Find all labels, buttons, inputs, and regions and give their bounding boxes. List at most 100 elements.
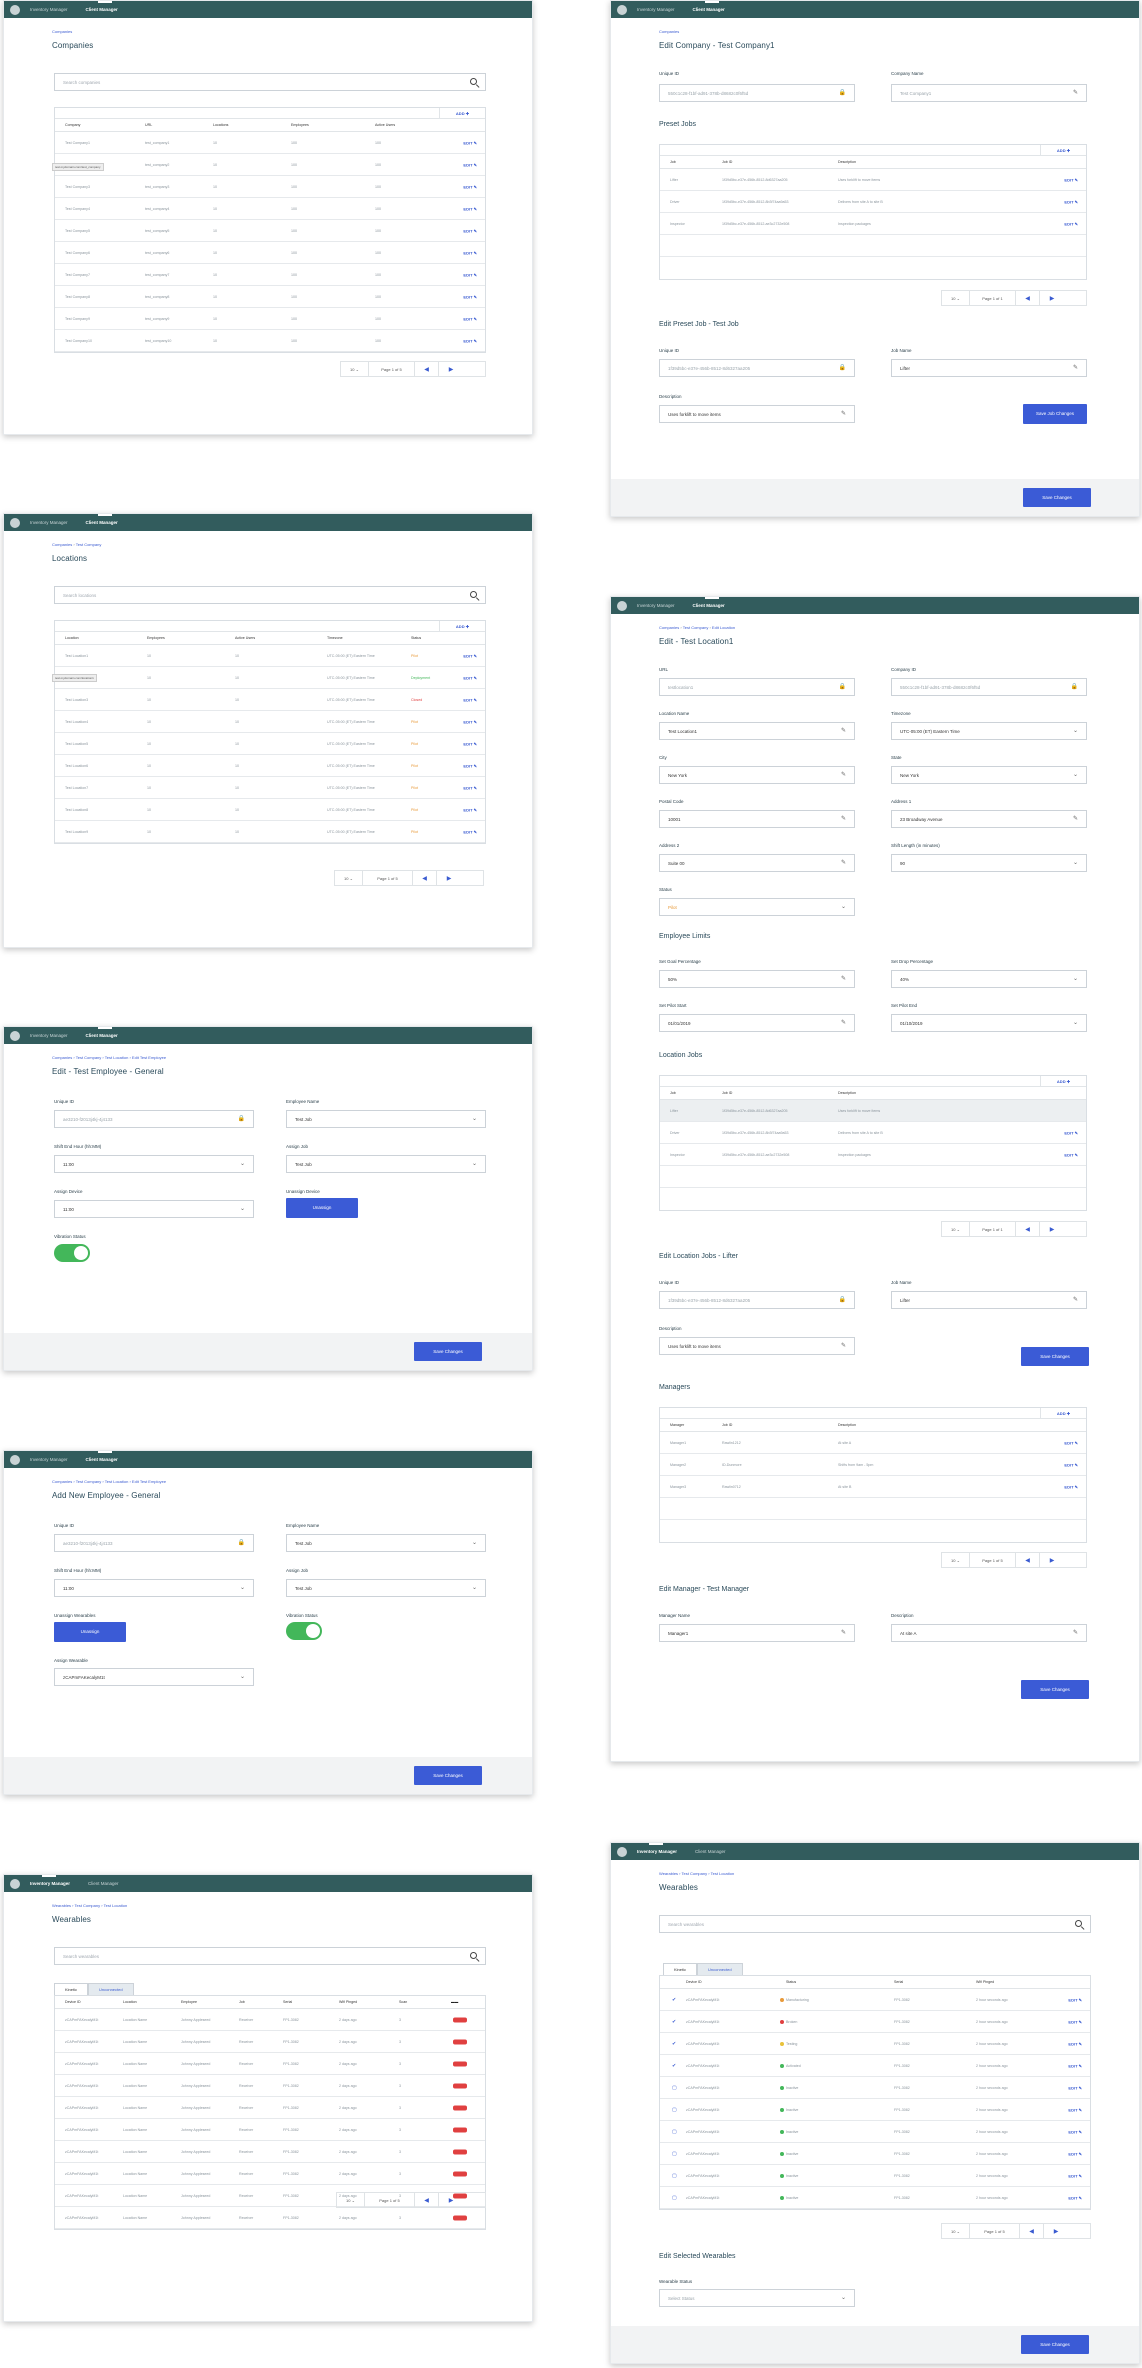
column-header[interactable]: Location — [65, 636, 79, 640]
vibration-toggle[interactable] — [286, 1622, 322, 1640]
edit-button[interactable]: EDIT ✎ — [1068, 2107, 1082, 2112]
vibration-toggle[interactable] — [54, 1244, 90, 1262]
edit-button[interactable]: EDIT ✎ — [463, 206, 477, 211]
table-row[interactable]: Manager1 Rawlin1212 At site A EDIT ✎ — [660, 1432, 1086, 1454]
unassign-wearables-button[interactable]: Unassign — [54, 1622, 126, 1642]
location-name-field[interactable]: Test Location1 ✎ — [659, 722, 855, 740]
edit-button[interactable]: EDIT ✎ — [463, 162, 477, 167]
breadcrumb-companies[interactable]: Companies — [659, 625, 679, 630]
drop-percentage-select[interactable]: 40% ⌄ — [891, 970, 1087, 988]
edit-button[interactable]: EDIT ✎ — [1068, 1997, 1082, 2002]
column-header[interactable]: Wifi Pinged — [976, 1980, 994, 1984]
row-checkbox[interactable]: ▢ — [672, 2107, 677, 2113]
breadcrumb[interactable]: Companies — [659, 29, 1139, 35]
breadcrumb-company[interactable]: Test Company — [683, 625, 709, 630]
breadcrumb-company[interactable]: Test Company — [75, 1903, 101, 1908]
row-checkbox[interactable]: ✔ — [672, 2041, 676, 2047]
table-row[interactable]: Driver 1f39d5bc-e37e-456b-8512-8b3f74aa9a… — [660, 1122, 1086, 1144]
search-icon[interactable] — [470, 1952, 477, 1959]
page-size-select[interactable]: 10 ⌄ — [942, 291, 970, 305]
column-header[interactable]: Status — [786, 1980, 796, 1984]
column-header[interactable]: Description — [838, 160, 856, 164]
table-row[interactable]: Test Location7 10 10 UTC-05:00 (ET) Eastern… — [55, 777, 485, 799]
column-header[interactable]: Job ID — [722, 1423, 732, 1427]
save-changes-button[interactable]: Save Changes — [1021, 1680, 1089, 1699]
edit-button[interactable]: EDIT ✎ — [463, 184, 477, 189]
prev-page-button[interactable]: ◀ — [413, 871, 437, 885]
nav-inventory-manager[interactable]: Inventory Manager — [637, 1, 675, 18]
edit-button[interactable]: EDIT ✎ — [1064, 221, 1078, 226]
add-company-button[interactable]: ADD ✚ — [439, 108, 485, 119]
edit-button[interactable]: EDIT ✎ — [463, 294, 477, 299]
column-header[interactable]: Job ID — [722, 1091, 732, 1095]
edit-button[interactable]: EDIT ✎ — [1064, 1130, 1078, 1135]
table-row[interactable]: Driver 1f39d5bc-e37e-456b-8512-8b3f74aa9a… — [660, 191, 1086, 213]
add-job-button[interactable]: ADD ✚ — [1040, 145, 1086, 156]
breadcrumb-location[interactable]: Test Location — [104, 1903, 128, 1908]
next-page-button[interactable]: ▶ — [1040, 1222, 1064, 1236]
postal-code-field[interactable]: 10001 ✎ — [659, 810, 855, 828]
table-row[interactable]: Test Location9 10 10 UTC-05:00 (ET) Eastern… — [55, 821, 485, 843]
prev-page-button[interactable]: ◀ — [1020, 2224, 1044, 2238]
breadcrumb-edit-location[interactable]: Edit Location — [712, 625, 735, 630]
save-changes-button[interactable]: Save Changes — [414, 1342, 482, 1361]
table-row[interactable]: Test Company4 test_company4 10 100 100 EDIT ✎ — [55, 198, 485, 220]
column-header[interactable]: Serial — [283, 2000, 292, 2004]
edit-button[interactable]: EDIT ✎ — [1064, 1484, 1078, 1489]
column-header[interactable]: Active Users — [375, 123, 395, 127]
edit-button[interactable]: EDIT ✎ — [463, 316, 477, 321]
edit-button[interactable]: EDIT ✎ — [1068, 2129, 1082, 2134]
save-job-changes-button[interactable]: Save Changes — [1021, 1347, 1089, 1366]
column-header[interactable]: Job — [670, 1091, 676, 1095]
edit-button[interactable]: EDIT ✎ — [1064, 177, 1078, 182]
search-input[interactable]: Search wearables — [659, 1915, 1091, 1933]
breadcrumb-employee[interactable]: Edit Test Employee — [132, 1479, 166, 1484]
page-size-select[interactable]: 10 ⌄ — [335, 871, 363, 885]
next-page-button[interactable]: ▶ — [439, 362, 463, 376]
edit-button[interactable]: EDIT ✎ — [1068, 2173, 1082, 2178]
table-row[interactable]: Test Company6 test_company6 10 100 100 EDIT ✎ — [55, 242, 485, 264]
table-row[interactable]: Test Location4 10 10 UTC-05:00 (ET) Eastern… — [55, 711, 485, 733]
table-row[interactable]: ✔ zCAPmFAKecalyM1t Activated FP1-3082 2 hour… — [660, 2055, 1090, 2077]
next-page-button[interactable]: ▶ — [437, 871, 461, 885]
table-row[interactable]: zCAPmFAKecalyM1t Location Name Johnny Appl… — [55, 2031, 485, 2053]
column-header[interactable]: Job — [670, 160, 676, 164]
nav-client-manager[interactable]: Client Manager — [86, 514, 118, 531]
nav-client-manager[interactable]: Client Manager — [693, 1, 725, 18]
table-row[interactable]: zCAPmFAKecalyM1t Location Name Johnny Appl… — [55, 2163, 485, 2185]
address-1-field[interactable]: 23 Broadway Avenue ✎ — [891, 810, 1087, 828]
breadcrumb-company[interactable]: Test Company — [76, 1055, 102, 1060]
nav-inventory-manager[interactable]: Inventory Manager — [637, 597, 675, 614]
breadcrumb-companies[interactable]: Companies — [52, 542, 72, 547]
row-checkbox[interactable]: ✔ — [672, 1997, 676, 2003]
edit-button[interactable]: EDIT ✎ — [1068, 2041, 1082, 2046]
manager-description-field[interactable]: At site A ✎ — [891, 1624, 1087, 1642]
table-row[interactable]: zCAPmFAKecalyM1t Location Name Johnny Appl… — [55, 2097, 485, 2119]
column-header[interactable]: Job ID — [722, 160, 732, 164]
nav-inventory-manager[interactable]: Inventory Manager — [30, 1027, 68, 1044]
edit-button[interactable]: EDIT ✎ — [463, 697, 477, 702]
search-icon[interactable] — [470, 78, 477, 85]
table-row[interactable]: Test Location6 10 10 UTC-05:00 (ET) Eastern… — [55, 755, 485, 777]
table-row[interactable]: Manager2 ID-Dunmore Shifts from 9am - 5pm E… — [660, 1454, 1086, 1476]
table-row[interactable]: Test Company8 test_company8 10 100 100 EDIT ✎ — [55, 286, 485, 308]
table-row[interactable]: Lifter 1f39d5bc-e37e-456b-8512-8d6327aa20… — [660, 1100, 1086, 1122]
table-row[interactable]: ▢ zCAPmFAKecalyM1t Inactive FP1-3082 2 hour … — [660, 2077, 1090, 2099]
assign-device-select[interactable]: 11:00 ⌄ — [54, 1200, 254, 1218]
address-2-field[interactable]: Suite 00 ✎ — [659, 854, 855, 872]
edit-button[interactable]: EDIT ✎ — [1068, 2063, 1082, 2068]
edit-button[interactable]: EDIT ✎ — [1064, 1462, 1078, 1467]
edit-button[interactable]: EDIT ✎ — [463, 338, 477, 343]
employee-name-select[interactable]: Test Job ⌄ — [286, 1110, 486, 1128]
column-header[interactable]: Location — [123, 2000, 137, 2004]
shift-end-hour-select[interactable]: 11:00 ⌄ — [54, 1155, 254, 1173]
column-header[interactable]: Wifi Pinged — [339, 2000, 357, 2004]
table-row[interactable]: Test Company9 test_company9 10 100 100 EDIT ✎ — [55, 308, 485, 330]
column-header[interactable]: Active Users — [235, 636, 255, 640]
search-input[interactable]: Search wearables — [54, 1947, 486, 1965]
table-row[interactable]: ▢ zCAPmFAKecalyM1t Inactive FP1-3082 2 hour … — [660, 2099, 1090, 2121]
breadcrumb-employee[interactable]: Edit Test Employee — [132, 1055, 166, 1060]
nav-inventory-manager[interactable]: Inventory Manager — [30, 1451, 68, 1468]
table-row[interactable]: Test Company3 test_company3 10 100 100 EDIT ✎ — [55, 176, 485, 198]
table-row[interactable]: Test Company5 test_company5 10 100 100 EDIT ✎ — [55, 220, 485, 242]
